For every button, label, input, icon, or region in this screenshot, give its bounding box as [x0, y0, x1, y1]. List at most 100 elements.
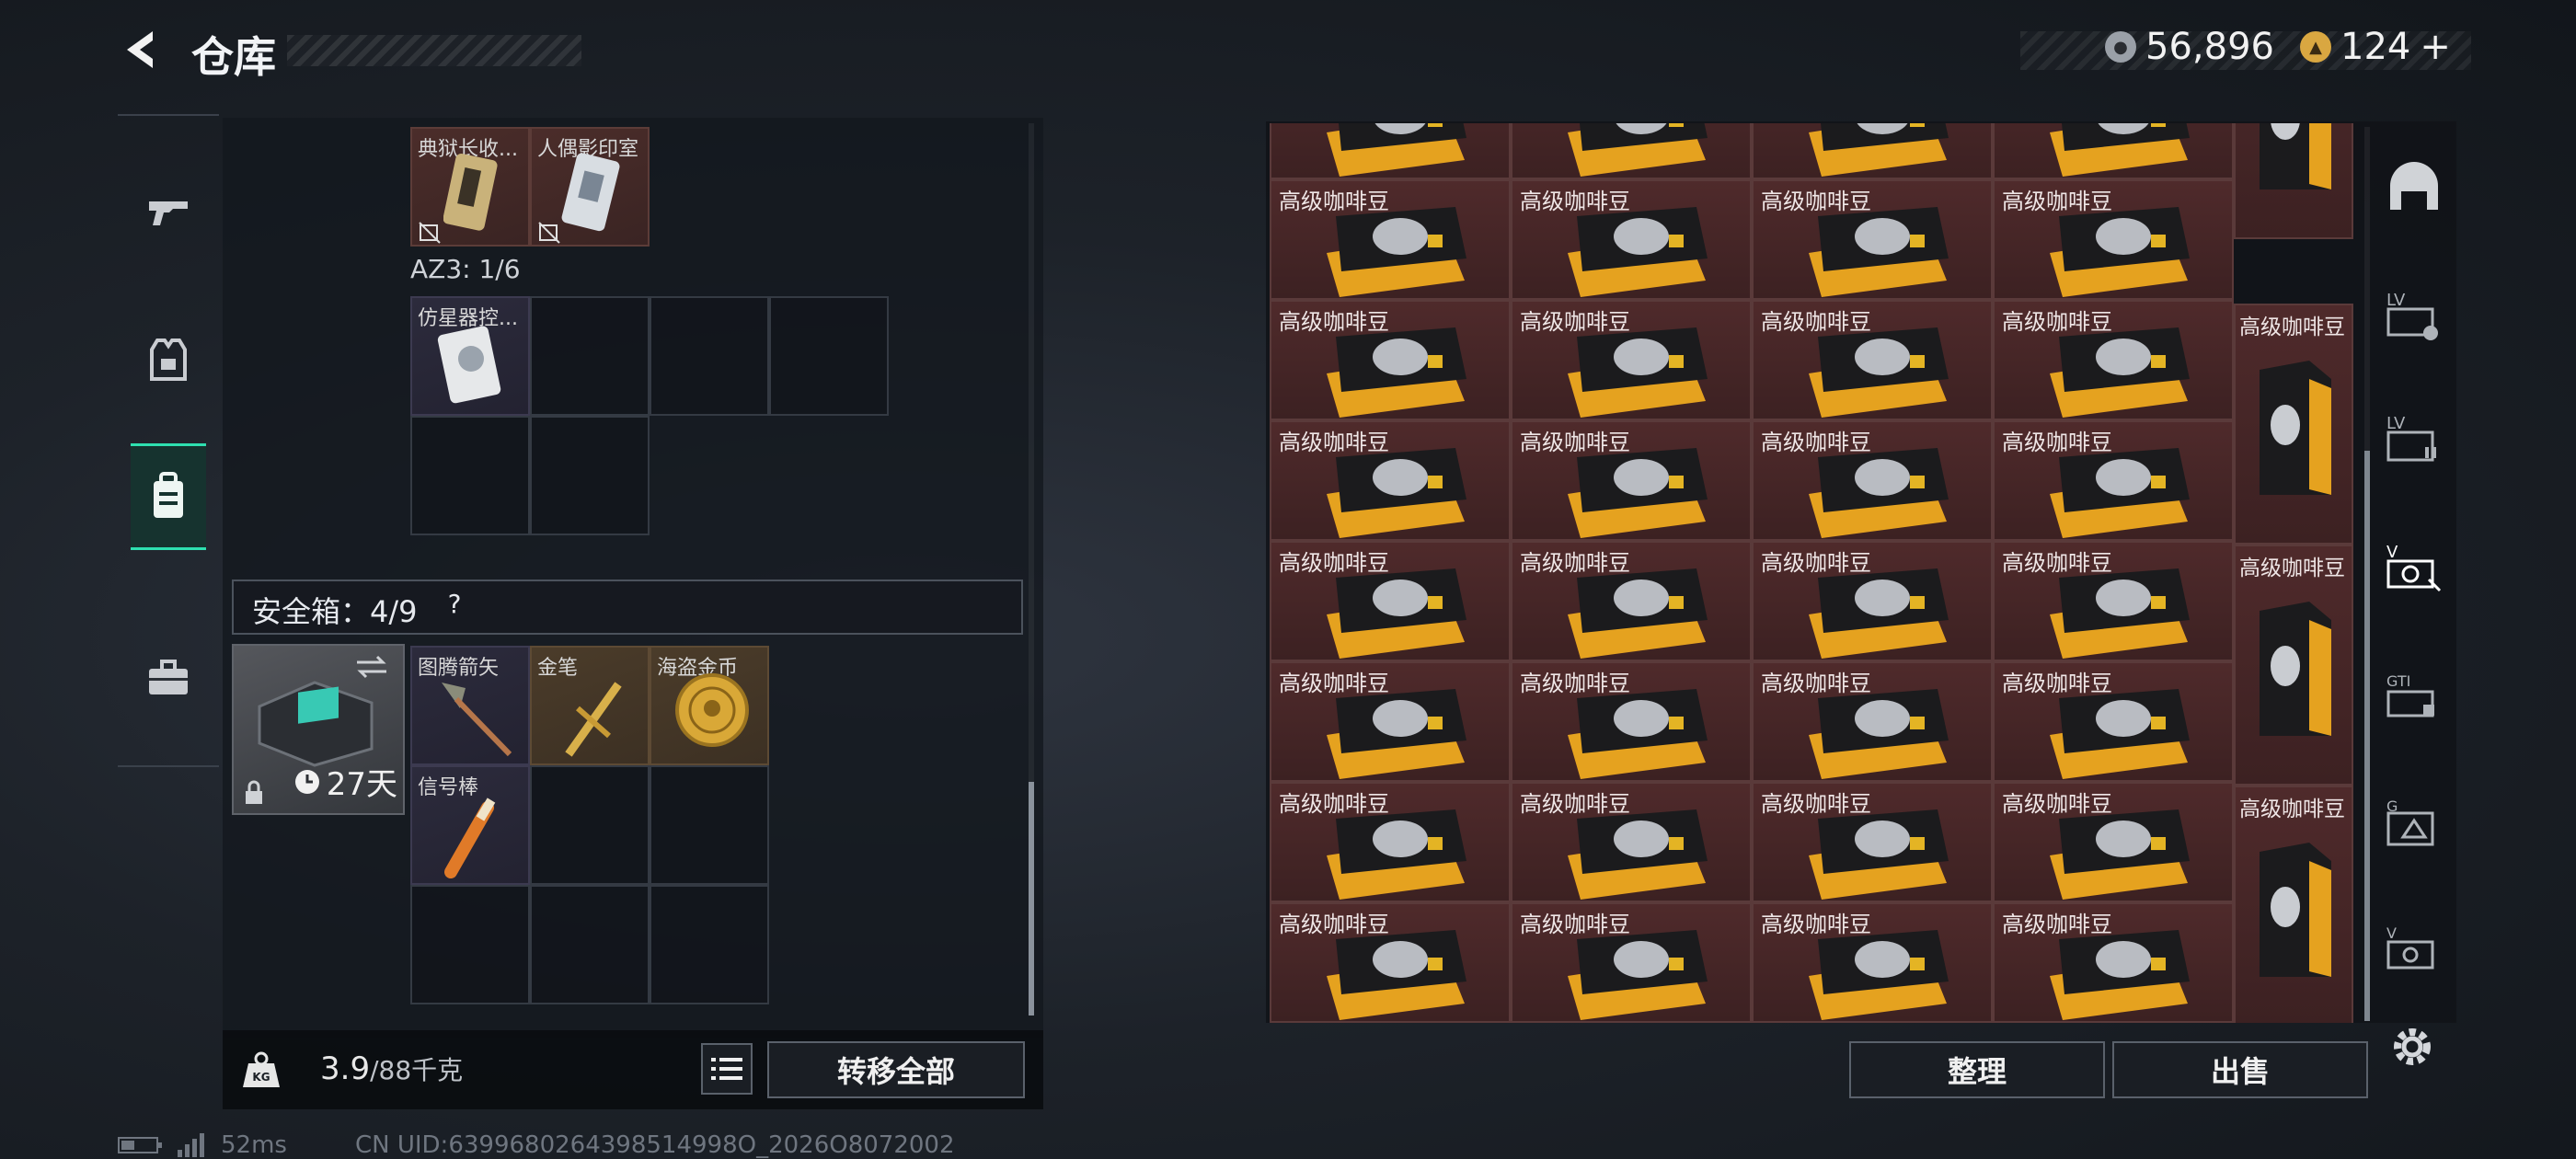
stash-item-slot[interactable]: 高级咖啡豆	[1511, 661, 1752, 782]
empty-slot[interactable]	[410, 416, 530, 535]
stash-item-slot[interactable]: 高级咖啡豆	[1511, 300, 1752, 420]
signal-icon	[178, 1133, 204, 1157]
safe-case-card[interactable]: 27天	[232, 644, 405, 815]
stash-tab-lv[interactable]: LV	[2385, 287, 2444, 346]
stash-item-slot-tall[interactable]	[2234, 123, 2353, 239]
transfer-all-button[interactable]: 转移全部	[767, 1041, 1025, 1098]
category-armor[interactable]	[131, 309, 206, 410]
stash-item-slot[interactable]: 高级咖啡豆	[1270, 179, 1511, 300]
stash-grid: 高级咖啡豆 高级咖啡豆 高级咖啡豆 高级咖啡豆 高级咖啡豆 高级咖啡豆 高级咖啡豆 高级咖啡豆…	[1270, 123, 2359, 1023]
stash-tab-v2[interactable]: V	[2385, 920, 2444, 979]
clock-icon	[294, 769, 319, 794]
sort-button[interactable]: 整理	[1849, 1041, 2105, 1098]
armor-vest-icon	[150, 339, 187, 381]
stash-item-slot[interactable]	[1270, 123, 1511, 179]
stash-item-slot[interactable]: 高级咖啡豆	[1270, 420, 1511, 541]
list-view-button[interactable]	[701, 1043, 753, 1095]
item-slot[interactable]: 典狱长收...	[410, 127, 530, 247]
stash-item-label: 高级咖啡豆	[1279, 309, 1389, 335]
stash-item-label: 高级咖啡豆	[1520, 671, 1630, 696]
category-rail	[118, 114, 219, 767]
stash-item-slot[interactable]: 高级咖啡豆	[1511, 902, 1752, 1023]
stash-item-label: 高级咖啡豆	[1520, 309, 1630, 335]
empty-slot[interactable]	[650, 885, 769, 1004]
item-slot[interactable]: 人偶影印室	[530, 127, 650, 247]
empty-slot[interactable]	[530, 765, 650, 885]
stash-item-slot[interactable]: 高级咖啡豆	[1752, 179, 1993, 300]
gold-add-icon[interactable]: +	[2420, 26, 2451, 68]
gun-icon	[149, 201, 188, 225]
stash-item-slot[interactable]: 高级咖啡豆	[1752, 541, 1993, 661]
stash-item-slot[interactable]: 高级咖啡豆	[1993, 300, 2234, 420]
stash-item-slot[interactable]: 高级咖啡豆	[1511, 782, 1752, 902]
item-slot[interactable]: 信号棒	[410, 765, 530, 885]
stash-item-slot-tall[interactable]: 高级咖啡豆	[2234, 786, 2353, 1023]
controller-card-icon	[437, 326, 501, 404]
stash-item-label: 高级咖啡豆	[2002, 430, 2112, 455]
stash-tab-lv2[interactable]: LV	[2385, 410, 2444, 469]
empty-slot[interactable]	[769, 296, 889, 416]
empty-slot[interactable]	[410, 885, 530, 1004]
item-slot[interactable]: 金笔	[530, 646, 650, 765]
gold-amount: 124	[2340, 26, 2411, 68]
stash-item-slot[interactable]: 高级咖啡豆	[1511, 541, 1752, 661]
stash-item-label: 高级咖啡豆	[1761, 430, 1871, 455]
no-insure-icon	[538, 222, 560, 244]
stash-tab-g[interactable]: G	[2385, 793, 2444, 852]
case-duration: 27天	[293, 759, 397, 804]
stash-item-slot[interactable]	[1511, 123, 1752, 179]
stash-item-slot[interactable]: 高级咖啡豆	[1270, 782, 1511, 902]
help-icon[interactable]: ?	[438, 589, 471, 622]
stash-item-label: 高级咖啡豆	[2002, 189, 2112, 214]
inventory-scroll-thumb[interactable]	[1029, 782, 1034, 1016]
empty-slot[interactable]	[650, 765, 769, 885]
stash-item-slot[interactable]: 高级咖啡豆	[1752, 782, 1993, 902]
stash-item-slot-tall[interactable]: 高级咖啡豆	[2234, 304, 2353, 545]
stash-item-slot[interactable]: 高级咖啡豆	[1993, 782, 2234, 902]
stash-item-label: 高级咖啡豆	[1761, 550, 1871, 576]
stash-item-slot[interactable]	[1993, 123, 2234, 179]
stash-item-slot[interactable]: 高级咖啡豆	[1511, 420, 1752, 541]
lock-icon	[246, 780, 262, 804]
status-footer: 52ms CN UID:6399680264398514998O_2026O80…	[118, 1131, 955, 1159]
stash-item-slot[interactable]: 高级咖啡豆	[1993, 541, 2234, 661]
stash-item-slot[interactable]	[1752, 123, 1993, 179]
item-slot[interactable]: 图腾箭矢	[410, 646, 530, 765]
currency-gold[interactable]: ▲ 124 +	[2300, 26, 2451, 68]
stash-tab-shelter[interactable]	[2385, 158, 2444, 217]
back-button[interactable]	[118, 26, 166, 74]
stash-item-label: 高级咖啡豆	[1761, 791, 1871, 817]
coffee-bag-icon	[1568, 123, 1708, 177]
stash-item-slot-tall[interactable]: 高级咖啡豆	[2234, 545, 2353, 786]
stash-tab-gti[interactable]: GTI	[2385, 668, 2444, 727]
stash-item-slot[interactable]: 高级咖啡豆	[1511, 179, 1752, 300]
empty-slot[interactable]	[530, 296, 650, 416]
currency-silver[interactable]: ● 56,896	[2105, 26, 2274, 68]
stash-item-slot[interactable]: 高级咖啡豆	[1752, 300, 1993, 420]
stash-item-slot[interactable]: 高级咖啡豆	[1993, 902, 2234, 1023]
sell-button[interactable]: 出售	[2112, 1041, 2368, 1098]
stash-item-slot[interactable]: 高级咖啡豆	[1993, 179, 2234, 300]
stash-item-slot[interactable]: 高级咖啡豆	[1752, 661, 1993, 782]
settings-button[interactable]	[2386, 1021, 2438, 1076]
stash-tab-v[interactable]: V	[2385, 539, 2444, 598]
stash-item-slot[interactable]: 高级咖啡豆	[1752, 420, 1993, 541]
stash-item-slot[interactable]: 高级咖啡豆	[1993, 661, 2234, 782]
category-backpack[interactable]	[131, 443, 206, 550]
empty-slot[interactable]	[530, 885, 650, 1004]
stash-item-slot[interactable]: 高级咖啡豆	[1270, 300, 1511, 420]
stash-item-label: 高级咖啡豆	[2002, 550, 2112, 576]
category-case[interactable]	[131, 627, 206, 729]
stash-item-slot[interactable]: 高级咖啡豆	[1270, 902, 1511, 1023]
category-weapon[interactable]	[131, 162, 206, 263]
empty-slot[interactable]	[650, 296, 769, 416]
stash-item-slot[interactable]: 高级咖啡豆	[1270, 661, 1511, 782]
az3-capacity-label: AZ3: 1/6	[410, 254, 521, 284]
stash-item-slot[interactable]: 高级咖啡豆	[1993, 420, 2234, 541]
item-slot[interactable]: 海盗金币	[650, 646, 769, 765]
stash-item-slot[interactable]: 高级咖啡豆	[1270, 541, 1511, 661]
stash-item-slot[interactable]: 高级咖啡豆	[1752, 902, 1993, 1023]
empty-slot[interactable]	[530, 416, 650, 535]
safe-box-header: 安全箱：4/9 ?	[232, 580, 1023, 635]
item-slot[interactable]: 仿星器控...	[410, 296, 530, 416]
